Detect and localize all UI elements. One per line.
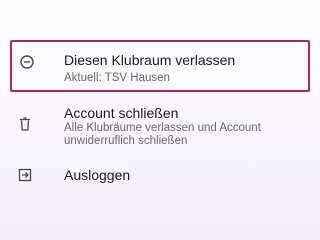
- close-account-title: Account schließen: [64, 105, 179, 121]
- close-account-description-line2: unwiderruflich schließen: [64, 135, 188, 147]
- logout-title: Ausloggen: [64, 167, 131, 183]
- logout-item[interactable]: Ausloggen: [0, 165, 320, 189]
- logout-icon: [18, 168, 32, 182]
- leave-club-room-title: Diesen Klubraum verlassen: [64, 52, 236, 68]
- minus-circle-icon: [20, 55, 34, 69]
- close-account-item[interactable]: Account schließen Alle Klubräume verlass…: [0, 105, 320, 153]
- leave-club-room-item[interactable]: Diesen Klubraum verlassen Aktuell: TSV H…: [10, 40, 310, 92]
- close-account-description-line1: Alle Klubräume verlassen und Account: [64, 122, 261, 134]
- account-menu-sheet: Diesen Klubraum verlassen Aktuell: TSV H…: [0, 0, 320, 240]
- current-club-room-label: Aktuell: TSV Hausen: [64, 72, 170, 84]
- trash-icon: [18, 117, 32, 131]
